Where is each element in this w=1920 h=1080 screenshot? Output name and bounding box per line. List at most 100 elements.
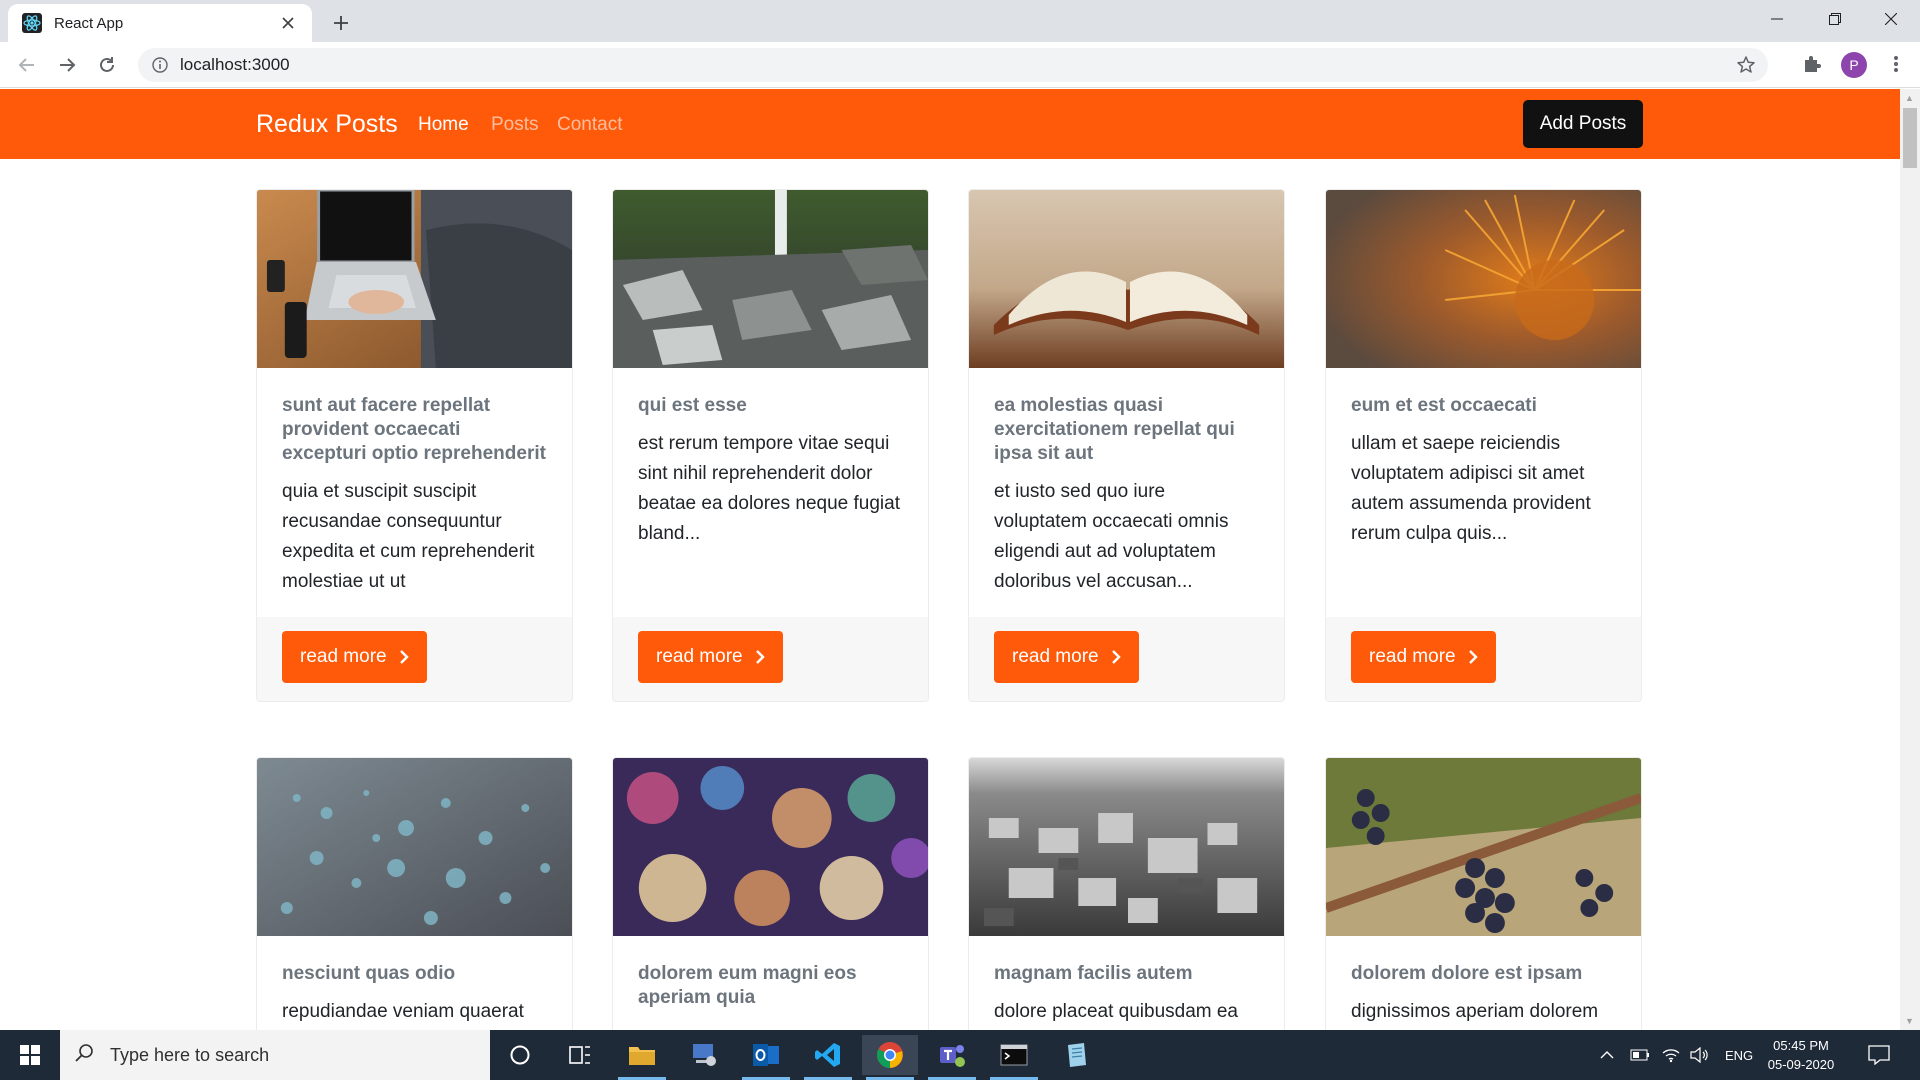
scrollbar-thumb[interactable] <box>1903 108 1917 168</box>
post-excerpt: repudiandae veniam quaerat <box>282 1001 524 1022</box>
url-text: localhost:3000 <box>180 55 290 74</box>
post-card: dolorem dolore est ipsam dignissimos ape… <box>1325 757 1642 1047</box>
notepad-app-icon[interactable] <box>1048 1035 1104 1075</box>
post-excerpt: ullam et saepe reiciendis voluptatem adi… <box>1351 433 1591 544</box>
tab-title: React App <box>54 14 124 32</box>
post-card: dolorem eum magni eos aperiam quia <box>612 757 929 1047</box>
post-excerpt: dolore placeat quibusdam ea <box>994 1001 1239 1022</box>
read-more-label: read more <box>656 646 743 667</box>
laptop-photo <box>257 190 572 368</box>
close-window-icon[interactable] <box>1862 0 1920 38</box>
add-posts-button[interactable]: Add Posts <box>1523 100 1643 148</box>
task-view-icon[interactable] <box>552 1035 608 1075</box>
post-title: magnam facilis autem <box>994 963 1193 984</box>
chevron-right-icon <box>1111 650 1121 664</box>
minimize-window-icon[interactable] <box>1748 0 1806 38</box>
notifications-icon[interactable] <box>1868 1030 1890 1080</box>
browser-tab[interactable]: React App <box>8 4 312 42</box>
file-explorer-icon[interactable] <box>614 1035 670 1080</box>
profile-avatar[interactable]: P <box>1841 52 1867 78</box>
outlook-icon[interactable] <box>738 1035 794 1080</box>
post-excerpt: et iusto sed quo iure voluptatem occaeca… <box>994 481 1229 592</box>
open-book-photo <box>969 190 1284 368</box>
browser-toolbar: localhost:3000 P <box>0 42 1920 88</box>
page-scrollbar[interactable]: ▲ ▼ <box>1900 89 1920 1030</box>
teams-icon[interactable] <box>924 1035 980 1080</box>
address-bar[interactable]: localhost:3000 <box>138 48 1768 82</box>
read-more-button[interactable]: read more <box>1351 631 1496 683</box>
brand-logo[interactable]: Redux Posts <box>256 110 398 139</box>
app-navbar: Redux Posts Home Posts Contact Add Posts <box>0 89 1900 159</box>
new-tab-button[interactable] <box>326 8 356 38</box>
clock-date: 05-09-2020 <box>1767 1057 1835 1072</box>
cortana-icon[interactable] <box>492 1035 548 1075</box>
restore-window-icon[interactable] <box>1806 0 1864 38</box>
battery-icon[interactable] <box>1630 1030 1650 1080</box>
windows-taskbar: Type here to search ENG 05:45 PM 05-09-2… <box>0 1030 1920 1080</box>
post-title: eum et est occaecati <box>1351 395 1537 416</box>
scroll-down-arrow-icon[interactable]: ▼ <box>1905 1016 1914 1026</box>
read-more-label: read more <box>1012 646 1099 667</box>
bokeh-lights-photo <box>613 758 928 936</box>
chevron-right-icon <box>755 650 765 664</box>
volume-icon[interactable] <box>1690 1030 1710 1080</box>
post-excerpt: dignissimos aperiam dolorem <box>1351 1001 1599 1022</box>
back-arrow-icon[interactable] <box>12 50 42 80</box>
read-more-button[interactable]: read more <box>994 631 1139 683</box>
city-aerial-photo <box>969 758 1284 936</box>
windows-start-icon[interactable] <box>0 1030 60 1080</box>
nav-link-contact[interactable]: Contact <box>557 114 622 136</box>
network-app-icon[interactable] <box>676 1035 732 1075</box>
post-card: qui est esse est rerum tempore vitae seq… <box>612 189 929 702</box>
scroll-up-arrow-icon[interactable]: ▲ <box>1905 93 1914 103</box>
post-card: ea molestias quasi exercitationem repell… <box>968 189 1285 702</box>
nav-link-posts[interactable]: Posts <box>491 114 539 136</box>
bookmark-star-icon[interactable] <box>1736 55 1756 80</box>
read-more-label: read more <box>1369 646 1456 667</box>
site-info-icon[interactable] <box>150 55 170 75</box>
card-footer: read more <box>613 617 928 701</box>
post-excerpt: quia et suscipit suscipit recusandae con… <box>282 481 535 592</box>
browser-tab-strip: React App <box>0 0 1920 42</box>
chevron-right-icon <box>1468 650 1478 664</box>
read-more-button[interactable]: read more <box>638 631 783 683</box>
chestnut-burr-photo <box>1326 190 1641 368</box>
tab-close-icon[interactable] <box>278 13 298 33</box>
post-card: nesciunt quas odio repudiandae veniam qu… <box>256 757 573 1047</box>
card-footer: read more <box>969 617 1284 701</box>
card-footer: read more <box>1326 617 1641 701</box>
forward-arrow-icon[interactable] <box>52 50 82 80</box>
card-footer: read more <box>257 617 572 701</box>
post-title: nesciunt quas odio <box>282 963 456 984</box>
clock-time: 05:45 PM <box>1773 1038 1829 1053</box>
post-card: eum et est occaecati ullam et saepe reic… <box>1325 189 1642 702</box>
browser-menu-icon[interactable] <box>1882 50 1910 78</box>
post-title: qui est esse <box>638 395 747 416</box>
vscode-icon[interactable] <box>800 1035 856 1080</box>
read-more-button[interactable]: read more <box>282 631 427 683</box>
language-indicator[interactable]: ENG <box>1725 1030 1753 1080</box>
water-droplets-photo <box>257 758 572 936</box>
post-title: dolorem dolore est ipsam <box>1351 963 1583 984</box>
chevron-right-icon <box>399 650 409 664</box>
reload-icon[interactable] <box>92 50 122 80</box>
wifi-icon[interactable] <box>1662 1030 1680 1080</box>
chrome-icon[interactable] <box>862 1035 918 1080</box>
react-favicon-icon <box>22 13 42 33</box>
post-card: magnam facilis autem dolore placeat quib… <box>968 757 1285 1047</box>
terminal-icon[interactable] <box>986 1035 1042 1080</box>
waterfall-rocks-photo <box>613 190 928 368</box>
extensions-puzzle-icon[interactable] <box>1798 50 1826 78</box>
post-card: sunt aut facere repellat provident occae… <box>256 189 573 702</box>
search-icon <box>74 1043 94 1068</box>
show-hidden-icons-chevron-icon[interactable] <box>1600 1030 1614 1080</box>
taskbar-search-box[interactable]: Type here to search <box>60 1030 490 1080</box>
system-clock[interactable]: 05:45 PM 05-09-2020 <box>1760 1036 1842 1074</box>
nav-link-home[interactable]: Home <box>418 114 469 136</box>
post-title: sunt aut facere repellat provident occae… <box>282 395 546 464</box>
search-placeholder: Type here to search <box>110 1044 270 1065</box>
grapes-photo <box>1326 758 1641 936</box>
post-title: dolorem eum magni eos aperiam quia <box>638 963 857 1008</box>
post-title: ea molestias quasi exercitationem repell… <box>994 395 1235 464</box>
read-more-label: read more <box>300 646 387 667</box>
